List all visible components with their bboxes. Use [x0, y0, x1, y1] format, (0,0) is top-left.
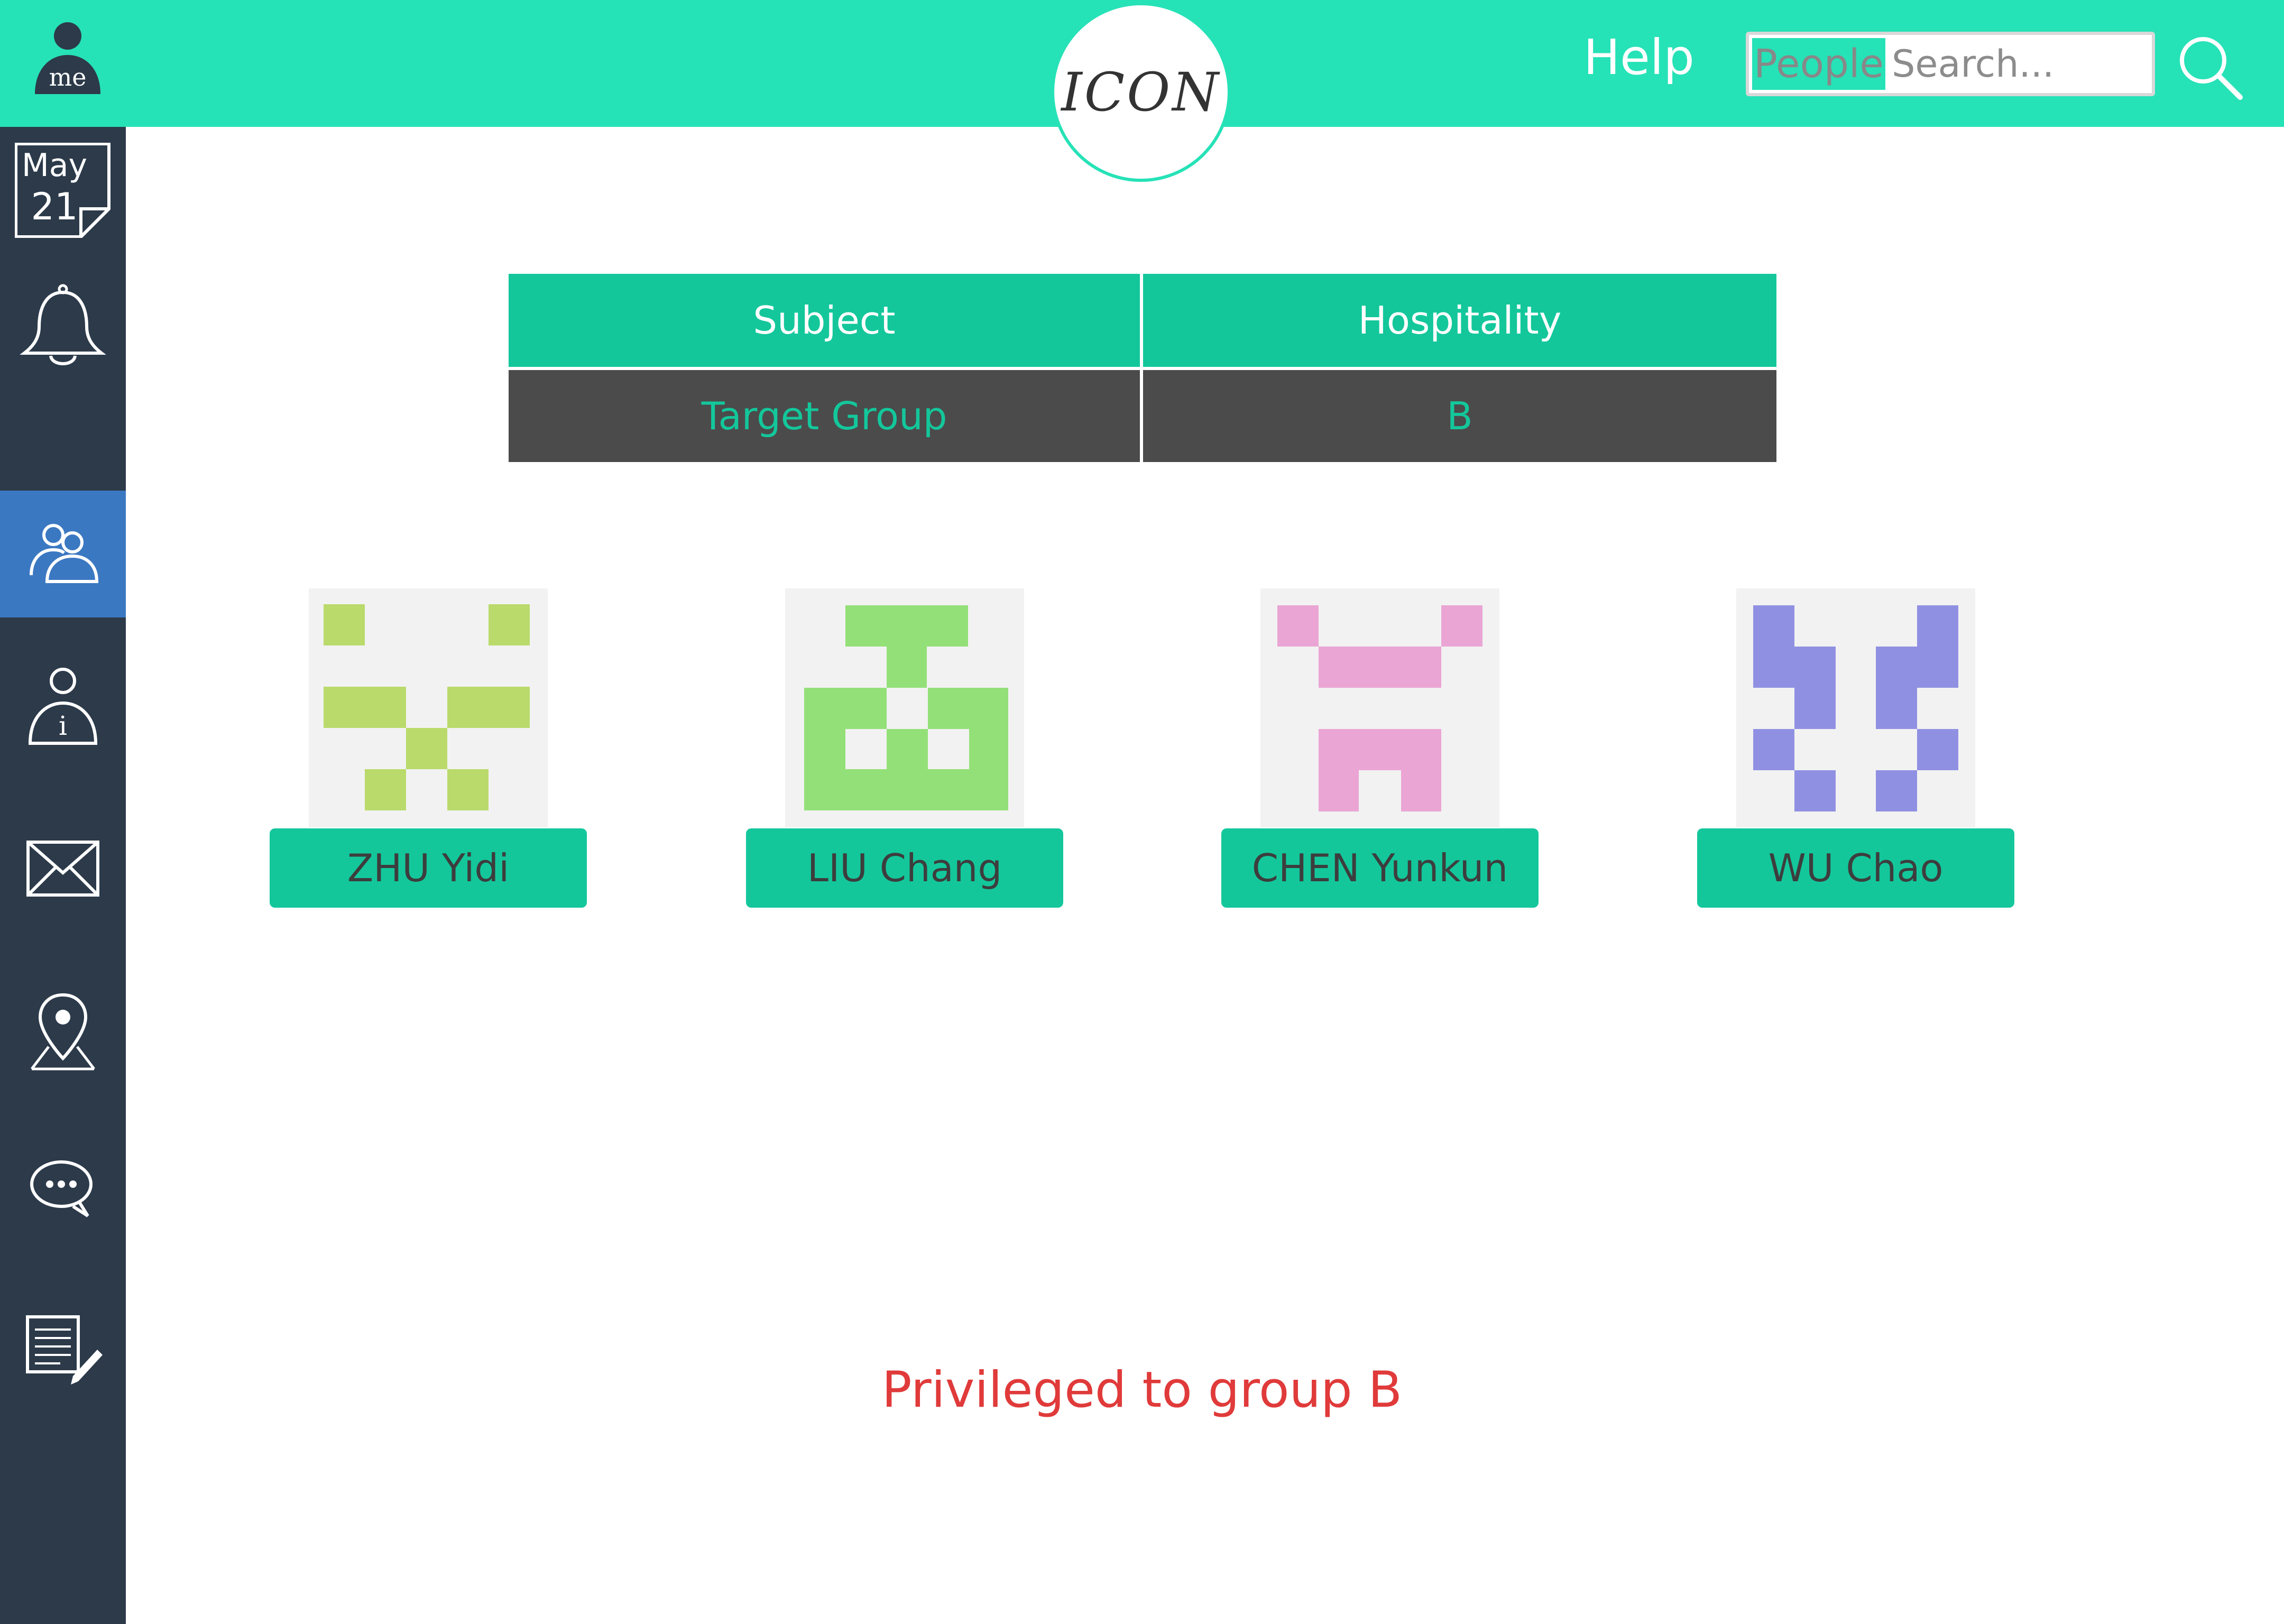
- table-header-subject: Subject: [509, 274, 1140, 367]
- logo-text: ICON: [1061, 61, 1221, 123]
- person-name-button[interactable]: ZHU Yidi: [270, 828, 587, 908]
- table-cell-group-value: B: [1143, 370, 1776, 462]
- me-label: me: [49, 63, 87, 91]
- chat-icon: [30, 1160, 93, 1217]
- identicon-avatar-icon: [1277, 605, 1482, 811]
- profile-me-icon[interactable]: me: [33, 20, 103, 99]
- table-header-hospitality: Hospitality: [1143, 274, 1776, 367]
- identicon-avatar-icon: [804, 605, 1008, 810]
- avatar: [1736, 588, 1975, 827]
- person-name-button[interactable]: LIU Chang: [746, 828, 1063, 908]
- group-info-table: Subject Hospitality Target Group B: [509, 274, 1776, 462]
- search-scope-chip[interactable]: People: [1752, 38, 1885, 90]
- sidebar-item-map[interactable]: [0, 968, 126, 1095]
- calendar-day: 21: [31, 185, 78, 228]
- sidebar-item-notifications[interactable]: [0, 263, 126, 390]
- person-card[interactable]: ZHU Yidi: [270, 588, 587, 908]
- sidebar-item-chat[interactable]: [0, 1125, 126, 1252]
- map-pin-icon: [31, 993, 95, 1071]
- identicon-avatar-icon: [1753, 605, 1958, 811]
- sidebar-item-people[interactable]: [0, 491, 126, 617]
- person-info-icon: i: [28, 668, 98, 745]
- person-card[interactable]: CHEN Yunkun: [1221, 588, 1539, 908]
- calendar-month: May: [21, 147, 88, 184]
- people-icon: [30, 524, 99, 583]
- svg-text:i: i: [59, 710, 67, 741]
- bell-icon: [20, 284, 106, 365]
- mail-icon: [26, 841, 99, 897]
- avatar: [309, 588, 548, 827]
- sidebar-item-person-info[interactable]: i: [0, 644, 126, 771]
- search-input[interactable]: [1892, 38, 2145, 90]
- sidebar-item-calendar[interactable]: May 21: [0, 127, 126, 254]
- person-card[interactable]: LIU Chang: [746, 588, 1063, 908]
- calendar-icon: May 21: [15, 143, 111, 238]
- avatar: [1260, 588, 1499, 827]
- help-link[interactable]: Help: [1583, 29, 1694, 86]
- sidebar-item-mail[interactable]: [0, 806, 126, 933]
- avatar: [785, 588, 1024, 827]
- search-box[interactable]: People: [1746, 32, 2155, 96]
- identicon-avatar-icon: [324, 604, 530, 810]
- person-card[interactable]: WU Chao: [1697, 588, 2014, 908]
- app-logo[interactable]: ICON: [1051, 2, 1231, 182]
- person-name-button[interactable]: CHEN Yunkun: [1221, 828, 1539, 908]
- person-name-button[interactable]: WU Chao: [1697, 828, 2014, 908]
- search-icon[interactable]: [2176, 33, 2244, 102]
- table-cell-target-group: Target Group: [509, 370, 1140, 462]
- privilege-status-message: Privileged to group B: [881, 1361, 1403, 1419]
